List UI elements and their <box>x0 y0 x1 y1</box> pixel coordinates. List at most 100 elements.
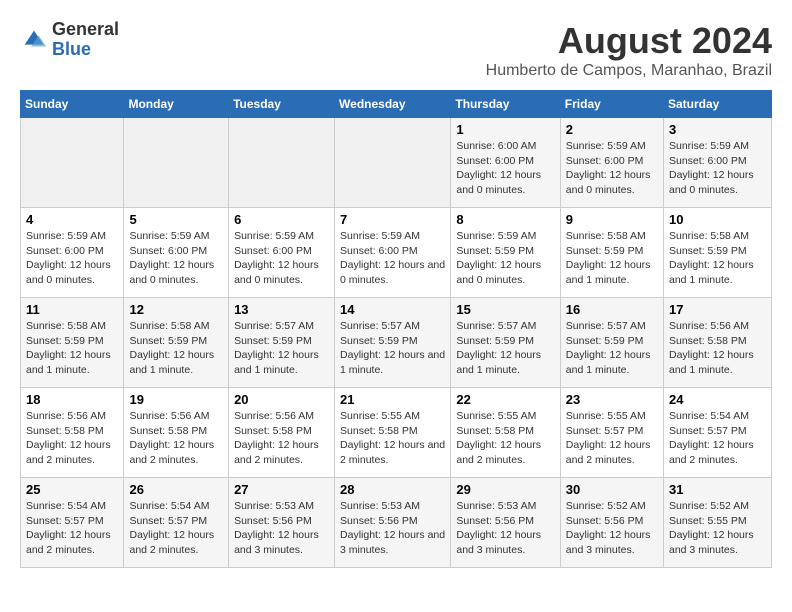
day-number: 17 <box>669 302 766 317</box>
day-cell <box>124 118 229 208</box>
logo: General Blue <box>20 20 119 60</box>
day-info: Sunrise: 5:54 AM Sunset: 5:57 PM Dayligh… <box>129 499 223 558</box>
calendar-title: August 2024 <box>486 20 772 62</box>
day-info: Sunrise: 5:57 AM Sunset: 5:59 PM Dayligh… <box>456 319 554 378</box>
day-cell: 23 Sunrise: 5:55 AM Sunset: 5:57 PM Dayli… <box>560 388 663 478</box>
day-info: Sunrise: 5:59 AM Sunset: 6:00 PM Dayligh… <box>566 139 658 198</box>
day-number: 3 <box>669 122 766 137</box>
day-cell: 22 Sunrise: 5:55 AM Sunset: 5:58 PM Dayli… <box>451 388 560 478</box>
day-number: 31 <box>669 482 766 497</box>
day-info: Sunrise: 5:59 AM Sunset: 5:59 PM Dayligh… <box>456 229 554 288</box>
day-cell: 29 Sunrise: 5:53 AM Sunset: 5:56 PM Dayli… <box>451 478 560 568</box>
day-number: 26 <box>129 482 223 497</box>
week-row-4: 18 Sunrise: 5:56 AM Sunset: 5:58 PM Dayli… <box>21 388 772 478</box>
column-header-sunday: Sunday <box>21 91 124 118</box>
day-cell: 2Sunrise: 5:59 AM Sunset: 6:00 PM Daylig… <box>560 118 663 208</box>
day-info: Sunrise: 5:56 AM Sunset: 5:58 PM Dayligh… <box>234 409 329 468</box>
day-info: Sunrise: 5:56 AM Sunset: 5:58 PM Dayligh… <box>669 319 766 378</box>
column-header-thursday: Thursday <box>451 91 560 118</box>
day-info: Sunrise: 5:55 AM Sunset: 5:58 PM Dayligh… <box>340 409 445 468</box>
week-row-5: 25 Sunrise: 5:54 AM Sunset: 5:57 PM Dayli… <box>21 478 772 568</box>
day-info: Sunrise: 5:59 AM Sunset: 6:00 PM Dayligh… <box>234 229 329 288</box>
logo-icon <box>20 26 48 54</box>
day-cell: 19 Sunrise: 5:56 AM Sunset: 5:58 PM Dayli… <box>124 388 229 478</box>
day-info: Sunrise: 5:52 AM Sunset: 5:55 PM Dayligh… <box>669 499 766 558</box>
column-header-monday: Monday <box>124 91 229 118</box>
day-info: Sunrise: 5:57 AM Sunset: 5:59 PM Dayligh… <box>234 319 329 378</box>
day-cell: 14 Sunrise: 5:57 AM Sunset: 5:59 PM Dayli… <box>335 298 451 388</box>
day-info: Sunrise: 5:54 AM Sunset: 5:57 PM Dayligh… <box>26 499 118 558</box>
day-info: Sunrise: 5:56 AM Sunset: 5:58 PM Dayligh… <box>26 409 118 468</box>
day-info: Sunrise: 5:55 AM Sunset: 5:57 PM Dayligh… <box>566 409 658 468</box>
day-number: 6 <box>234 212 329 227</box>
day-number: 4 <box>26 212 118 227</box>
day-info: Sunrise: 5:59 AM Sunset: 6:00 PM Dayligh… <box>669 139 766 198</box>
column-header-tuesday: Tuesday <box>229 91 335 118</box>
day-info: Sunrise: 5:57 AM Sunset: 5:59 PM Dayligh… <box>340 319 445 378</box>
day-info: Sunrise: 5:56 AM Sunset: 5:58 PM Dayligh… <box>129 409 223 468</box>
calendar-location: Humberto de Campos, Maranhao, Brazil <box>486 62 772 80</box>
day-number: 5 <box>129 212 223 227</box>
day-number: 28 <box>340 482 445 497</box>
day-number: 30 <box>566 482 658 497</box>
day-number: 21 <box>340 392 445 407</box>
day-number: 1 <box>456 122 554 137</box>
logo-blue: Blue <box>52 39 91 59</box>
calendar-table: SundayMondayTuesdayWednesdayThursdayFrid… <box>20 90 772 568</box>
day-cell: 20 Sunrise: 5:56 AM Sunset: 5:58 PM Dayli… <box>229 388 335 478</box>
day-number: 8 <box>456 212 554 227</box>
day-cell: 9Sunrise: 5:58 AM Sunset: 5:59 PM Daylig… <box>560 208 663 298</box>
day-cell: 5 Sunrise: 5:59 AM Sunset: 6:00 PM Daylig… <box>124 208 229 298</box>
day-cell: 26 Sunrise: 5:54 AM Sunset: 5:57 PM Dayli… <box>124 478 229 568</box>
day-number: 10 <box>669 212 766 227</box>
page-header: General Blue August 2024 Humberto de Cam… <box>20 20 772 80</box>
day-number: 22 <box>456 392 554 407</box>
day-number: 16 <box>566 302 658 317</box>
day-cell: 18 Sunrise: 5:56 AM Sunset: 5:58 PM Dayli… <box>21 388 124 478</box>
day-number: 12 <box>129 302 223 317</box>
day-cell: 8 Sunrise: 5:59 AM Sunset: 5:59 PM Daylig… <box>451 208 560 298</box>
day-number: 14 <box>340 302 445 317</box>
day-number: 19 <box>129 392 223 407</box>
day-info: Sunrise: 5:58 AM Sunset: 5:59 PM Dayligh… <box>26 319 118 378</box>
day-cell: 10Sunrise: 5:58 AM Sunset: 5:59 PM Dayli… <box>664 208 772 298</box>
week-row-2: 4 Sunrise: 5:59 AM Sunset: 6:00 PM Daylig… <box>21 208 772 298</box>
day-cell: 3 Sunrise: 5:59 AM Sunset: 6:00 PM Daylig… <box>664 118 772 208</box>
day-info: Sunrise: 5:59 AM Sunset: 6:00 PM Dayligh… <box>26 229 118 288</box>
day-cell: 24 Sunrise: 5:54 AM Sunset: 5:57 PM Dayli… <box>664 388 772 478</box>
day-cell: 7Sunrise: 5:59 AM Sunset: 6:00 PM Daylig… <box>335 208 451 298</box>
day-cell: 12Sunrise: 5:58 AM Sunset: 5:59 PM Dayli… <box>124 298 229 388</box>
calendar-header-row: SundayMondayTuesdayWednesdayThursdayFrid… <box>21 91 772 118</box>
day-info: Sunrise: 5:53 AM Sunset: 5:56 PM Dayligh… <box>456 499 554 558</box>
day-number: 24 <box>669 392 766 407</box>
day-cell: 1Sunrise: 6:00 AM Sunset: 6:00 PM Daylig… <box>451 118 560 208</box>
day-cell: 11Sunrise: 5:58 AM Sunset: 5:59 PM Dayli… <box>21 298 124 388</box>
day-info: Sunrise: 5:55 AM Sunset: 5:58 PM Dayligh… <box>456 409 554 468</box>
day-cell <box>229 118 335 208</box>
day-number: 20 <box>234 392 329 407</box>
title-block: August 2024 Humberto de Campos, Maranhao… <box>486 20 772 80</box>
day-cell <box>21 118 124 208</box>
logo-general: General <box>52 19 119 39</box>
day-info: Sunrise: 5:59 AM Sunset: 6:00 PM Dayligh… <box>340 229 445 288</box>
day-number: 25 <box>26 482 118 497</box>
week-row-1: 1Sunrise: 6:00 AM Sunset: 6:00 PM Daylig… <box>21 118 772 208</box>
day-cell: 30Sunrise: 5:52 AM Sunset: 5:56 PM Dayli… <box>560 478 663 568</box>
day-number: 18 <box>26 392 118 407</box>
day-cell: 4 Sunrise: 5:59 AM Sunset: 6:00 PM Daylig… <box>21 208 124 298</box>
day-number: 27 <box>234 482 329 497</box>
day-cell <box>335 118 451 208</box>
logo-text: General Blue <box>52 20 119 60</box>
day-number: 29 <box>456 482 554 497</box>
day-cell: 21 Sunrise: 5:55 AM Sunset: 5:58 PM Dayli… <box>335 388 451 478</box>
day-cell: 25 Sunrise: 5:54 AM Sunset: 5:57 PM Dayli… <box>21 478 124 568</box>
column-header-saturday: Saturday <box>664 91 772 118</box>
day-info: Sunrise: 5:59 AM Sunset: 6:00 PM Dayligh… <box>129 229 223 288</box>
day-cell: 31 Sunrise: 5:52 AM Sunset: 5:55 PM Dayli… <box>664 478 772 568</box>
day-cell: 27 Sunrise: 5:53 AM Sunset: 5:56 PM Dayli… <box>229 478 335 568</box>
day-cell: 13Sunrise: 5:57 AM Sunset: 5:59 PM Dayli… <box>229 298 335 388</box>
day-info: Sunrise: 5:54 AM Sunset: 5:57 PM Dayligh… <box>669 409 766 468</box>
day-info: Sunrise: 5:53 AM Sunset: 5:56 PM Dayligh… <box>234 499 329 558</box>
day-number: 23 <box>566 392 658 407</box>
day-cell: 16Sunrise: 5:57 AM Sunset: 5:59 PM Dayli… <box>560 298 663 388</box>
